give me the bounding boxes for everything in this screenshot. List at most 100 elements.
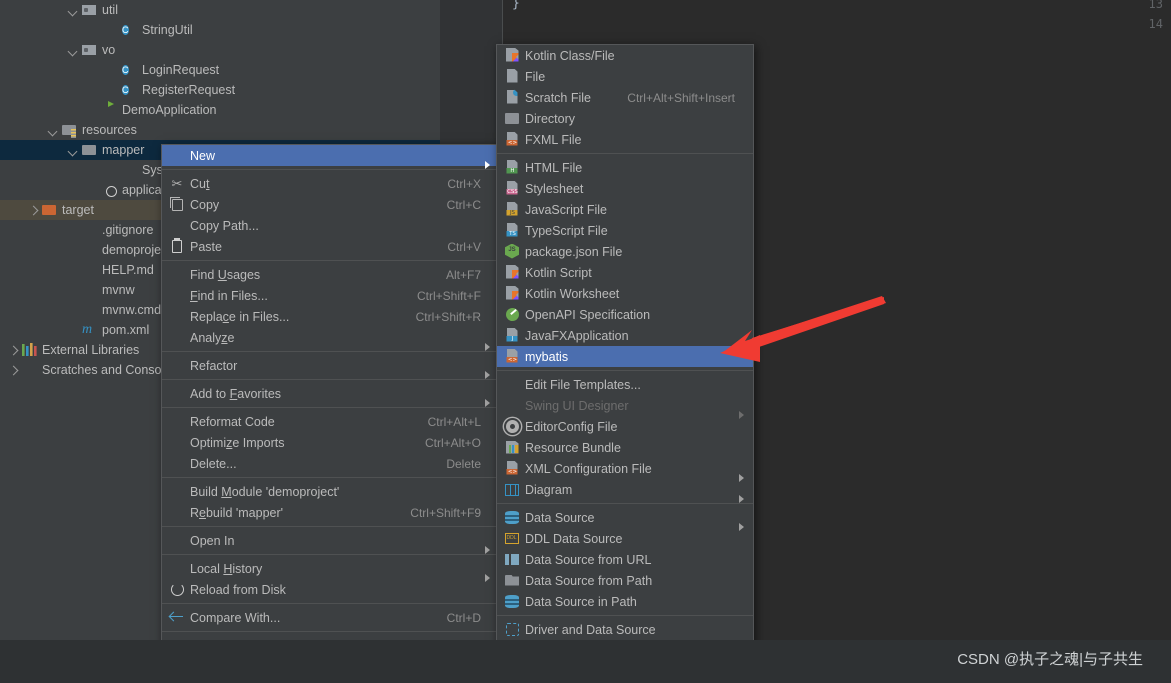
menu-item-label: Replace in Files...	[190, 309, 290, 324]
no-icon	[168, 484, 186, 500]
new-submenu-item-data-source-from-path[interactable]: Data Source from Path	[497, 570, 753, 591]
new-submenu-item-swing-ui-designer: Swing UI Designer	[497, 395, 753, 419]
new-submenu-item-scratch-file[interactable]: Scratch File Ctrl+Alt+Shift+Insert	[497, 87, 753, 108]
tree-item-demoapplication[interactable]: DemoApplication	[0, 100, 440, 120]
new-submenu-item-mybatis[interactable]: <> mybatis	[497, 346, 753, 367]
menu-item-label: Data Source in Path	[525, 594, 637, 609]
new-submenu-item-data-source[interactable]: Data Source	[497, 507, 753, 531]
file-icon	[503, 68, 521, 85]
new-submenu-item-xml-configuration-file[interactable]: <> XML Configuration File	[497, 458, 753, 482]
context-menu-item-add-to-favorites[interactable]: Add to Favorites	[162, 383, 499, 407]
context-menu-item-new[interactable]: New	[162, 145, 499, 169]
new-submenu-item-data-source-in-path[interactable]: Data Source in Path	[497, 591, 753, 612]
tree-item-util[interactable]: util	[0, 0, 440, 20]
database-icon	[503, 510, 521, 526]
new-submenu-item-diagram[interactable]: Diagram	[497, 479, 753, 503]
spring-boot-class-icon	[102, 102, 118, 118]
menu-item-label: Data Source from Path	[525, 573, 653, 588]
iml-file-icon	[82, 242, 98, 258]
tree-twisty-right-icon[interactable]	[8, 365, 19, 376]
new-submenu-item-editorconfig-file[interactable]: EditorConfig File	[497, 416, 753, 437]
menu-item-label: Refactor	[190, 358, 238, 373]
context-menu[interactable]: New ✂ Cut Ctrl+X Copy Ctrl+C Copy Path... Paste…	[161, 144, 500, 683]
context-menu-item-replace-in-files[interactable]: Replace in Files... Ctrl+Shift+R	[162, 306, 499, 327]
tree-twisty-spacer	[108, 85, 119, 96]
tree-twisty-spacer	[68, 265, 79, 276]
context-menu-item-optimize-imports[interactable]: Optimize Imports Ctrl+Alt+O	[162, 432, 499, 453]
no-icon	[168, 309, 186, 325]
context-menu-item-copy[interactable]: Copy Ctrl+C	[162, 194, 499, 215]
tree-item-label: pom.xml	[102, 322, 150, 337]
context-menu-item-local-history[interactable]: Local History	[162, 558, 499, 582]
new-submenu-item-fxml-file[interactable]: <> FXML File	[497, 129, 753, 150]
tree-item-target[interactable]: target	[0, 200, 165, 220]
new-submenu-item-typescript-file[interactable]: TS TypeScript File	[497, 220, 753, 241]
tree-item-stringutil[interactable]: C StringUtil	[0, 20, 440, 40]
menu-item-shortcut: Ctrl+C	[446, 197, 481, 212]
new-submenu-item-driver-and-data-source[interactable]: Driver and Data Source	[497, 619, 753, 640]
new-submenu-item-package-json-file[interactable]: package.json File	[497, 241, 753, 262]
package-folder-icon	[82, 2, 98, 18]
menu-item-label: Data Source	[525, 510, 595, 525]
new-submenu-item-file[interactable]: File	[497, 66, 753, 87]
context-menu-item-build-module-demoproject[interactable]: Build Module 'demoproject'	[162, 481, 499, 502]
context-menu-item-cut[interactable]: ✂ Cut Ctrl+X	[162, 173, 499, 194]
tree-item-registerrequest[interactable]: C RegisterRequest	[0, 80, 440, 100]
new-submenu-item-kotlin-script[interactable]: Kotlin Script	[497, 262, 753, 283]
context-menu-item-copy-path[interactable]: Copy Path...	[162, 215, 499, 236]
new-submenu-item-javafxapplication[interactable]: J JavaFXApplication	[497, 325, 753, 346]
markdown-file-icon	[82, 262, 98, 278]
context-menu-item-open-in[interactable]: Open In	[162, 530, 499, 554]
new-submenu-item-directory[interactable]: Directory	[497, 108, 753, 129]
menu-item-label: Find Usages	[190, 267, 261, 282]
menu-separator	[162, 169, 499, 170]
tree-twisty-down-icon[interactable]	[68, 145, 79, 156]
tree-twisty-right-icon[interactable]	[8, 345, 19, 356]
context-menu-item-paste[interactable]: Paste Ctrl+V	[162, 236, 499, 257]
context-menu-item-find-in-files[interactable]: Find in Files... Ctrl+Shift+F	[162, 285, 499, 306]
tree-twisty-down-icon[interactable]	[68, 45, 79, 56]
gear-icon	[503, 419, 521, 435]
no-icon	[168, 218, 186, 234]
new-submenu-item-data-source-from-url[interactable]: Data Source from URL	[497, 549, 753, 570]
gutter-line-number: 14	[1148, 17, 1163, 31]
tree-item-label: resources	[82, 122, 137, 137]
context-menu-item-reformat-code[interactable]: Reformat Code Ctrl+Alt+L	[162, 411, 499, 432]
new-submenu-item-openapi-specification[interactable]: OpenAPI Specification	[497, 304, 753, 325]
menu-item-label: Find in Files...	[190, 288, 268, 303]
new-submenu-item-resource-bundle[interactable]: Resource Bundle	[497, 437, 753, 458]
menu-item-label: Kotlin Script	[525, 265, 592, 280]
menu-separator	[162, 477, 499, 478]
tree-item-vo[interactable]: vo	[0, 40, 440, 60]
new-submenu-item-kotlin-class-file[interactable]: Kotlin Class/File	[497, 45, 753, 66]
context-menu-item-rebuild-mapper[interactable]: Rebuild 'mapper' Ctrl+Shift+F9	[162, 502, 499, 523]
new-submenu-item-stylesheet[interactable]: CSS Stylesheet	[497, 178, 753, 199]
context-menu-item-find-usages[interactable]: Find Usages Alt+F7	[162, 264, 499, 285]
new-submenu[interactable]: Kotlin Class/File File Scratch File Ctrl+Al…	[496, 44, 754, 683]
menu-item-label: Build Module 'demoproject'	[190, 484, 340, 499]
menu-separator	[162, 554, 499, 555]
ddl-icon	[503, 531, 521, 547]
maven-file-icon: m	[82, 322, 93, 337]
tree-item-loginrequest[interactable]: C LoginRequest	[0, 60, 440, 80]
tree-twisty-right-icon[interactable]	[28, 205, 39, 216]
tree-twisty-down-icon[interactable]	[68, 5, 79, 16]
menu-item-shortcut: Ctrl+Alt+O	[424, 435, 481, 450]
tree-item-resources[interactable]: resources	[0, 120, 440, 140]
menu-item-label: Compare With...	[190, 610, 281, 625]
new-submenu-item-edit-file-templates[interactable]: Edit File Templates...	[497, 374, 753, 395]
new-submenu-item-kotlin-worksheet[interactable]: Kotlin Worksheet	[497, 283, 753, 304]
menu-separator	[497, 503, 753, 504]
menu-item-label: HTML File	[525, 160, 583, 175]
new-submenu-item-ddl-data-source[interactable]: DDL Data Source	[497, 528, 753, 549]
context-menu-item-reload-from-disk[interactable]: Reload from Disk	[162, 579, 499, 600]
tree-twisty-down-icon[interactable]	[48, 125, 59, 136]
new-submenu-item-javascript-file[interactable]: JS JavaScript File	[497, 199, 753, 220]
context-menu-item-compare-with[interactable]: Compare With... Ctrl+D	[162, 607, 499, 628]
context-menu-item-refactor[interactable]: Refactor	[162, 355, 499, 379]
context-menu-item-delete[interactable]: Delete... Delete	[162, 453, 499, 474]
context-menu-item-analyze[interactable]: Analyze	[162, 327, 499, 351]
menu-item-label: FXML File	[525, 132, 582, 147]
no-icon	[168, 456, 186, 472]
new-submenu-item-html-file[interactable]: H HTML File	[497, 157, 753, 178]
